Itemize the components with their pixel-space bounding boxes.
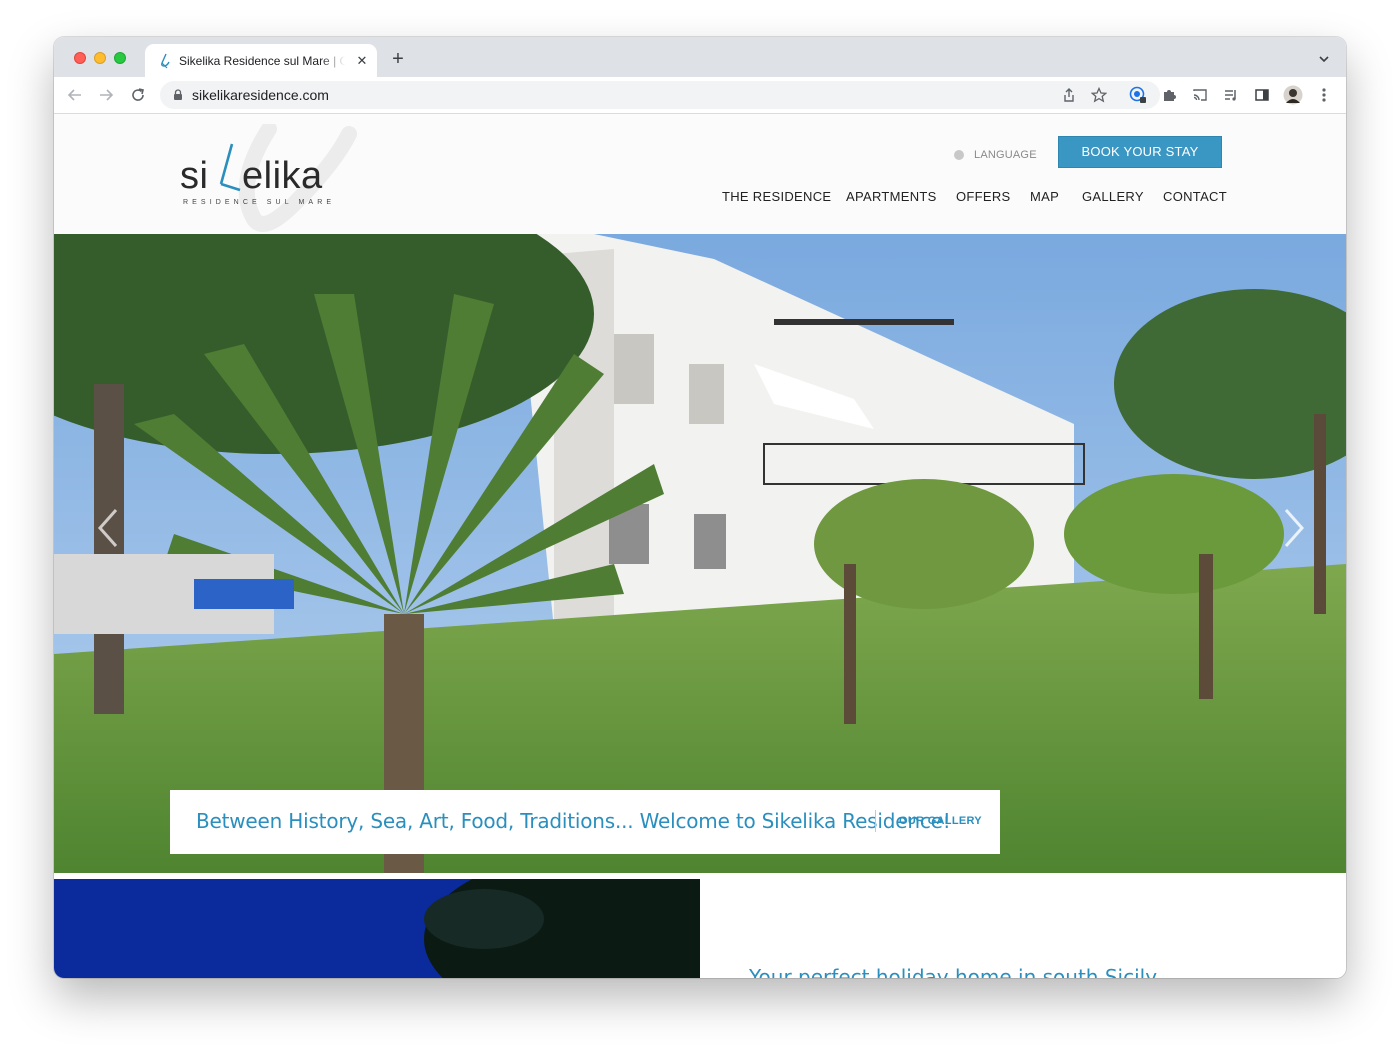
lock-icon [174, 89, 182, 100]
reading-list-icon[interactable] [1221, 85, 1241, 105]
star-icon[interactable] [1089, 85, 1109, 105]
address-bar[interactable]: sikelikaresidence.com [160, 81, 1160, 109]
favicon-icon [161, 53, 170, 69]
section-heading: Your perfect holiday home in south Sicil… [749, 965, 1158, 978]
minimize-window-button[interactable] [94, 52, 106, 64]
back-icon[interactable] [65, 85, 85, 105]
forward-icon[interactable] [96, 85, 116, 105]
language-label: LANGUAGE [974, 149, 1037, 161]
nav-item-the-residence[interactable]: THE RESIDENCE [722, 189, 831, 204]
svg-text:si: si [180, 155, 208, 197]
reload-icon[interactable] [128, 85, 148, 105]
close-tab-icon[interactable]: ✕ [354, 53, 370, 69]
hero-caption-text: Between History, Sea, Art, Food, Traditi… [196, 809, 951, 833]
hero-caption: Between History, Sea, Art, Food, Traditi… [170, 790, 1000, 854]
web-page: si elika RESIDENCE SUL MARE LANGUAGE BOO… [54, 114, 1346, 978]
sidepanel-icon[interactable] [1252, 85, 1272, 105]
browser-toolbar: sikelikaresidence.com [54, 77, 1346, 114]
share-icon[interactable] [1059, 85, 1079, 105]
language-selector[interactable]: LANGUAGE [954, 147, 1037, 163]
nav-item-map[interactable]: MAP [1030, 189, 1059, 204]
nav-item-gallery[interactable]: GALLERY [1082, 189, 1144, 204]
nav-item-apartments[interactable]: APARTMENTS [846, 189, 937, 204]
extension-icon[interactable] [1159, 85, 1179, 105]
caption-divider [875, 810, 876, 832]
new-tab-button[interactable]: + [388, 49, 408, 69]
extension-adblock-icon[interactable] [1128, 85, 1148, 105]
book-your-stay-button[interactable]: BOOK YOUR STAY [1058, 136, 1222, 168]
kebab-menu-icon[interactable] [1314, 85, 1334, 105]
site-header: si elika RESIDENCE SUL MARE LANGUAGE BOO… [54, 114, 1346, 234]
maximize-window-button[interactable] [114, 52, 126, 64]
logo-mark: si elika RESIDENCE SUL MARE [180, 121, 357, 232]
hero-slider: Between History, Sea, Art, Food, Traditi… [54, 234, 1346, 873]
our-gallery-link[interactable]: OUR GALLERY [899, 815, 982, 827]
svg-text:elika: elika [242, 155, 323, 197]
browser-tab[interactable]: Sikelika Residence sul Mare | C ✕ [145, 44, 377, 77]
globe-icon [954, 150, 964, 160]
browser-window: Sikelika Residence sul Mare | C ✕ + sike… [54, 37, 1346, 978]
cast-icon[interactable] [1190, 85, 1210, 105]
hero-image [54, 234, 1346, 873]
night-photo [54, 879, 700, 978]
chevron-left-icon[interactable] [94, 506, 124, 550]
url-text: sikelikaresidence.com [192, 87, 329, 103]
svg-text:RESIDENCE SUL MARE: RESIDENCE SUL MARE [183, 199, 335, 206]
chevron-right-icon[interactable] [1278, 506, 1308, 550]
nav-item-contact[interactable]: CONTACT [1163, 189, 1227, 204]
nav-item-offers[interactable]: OFFERS [956, 189, 1011, 204]
site-logo[interactable]: si elika RESIDENCE SUL MARE [174, 121, 384, 234]
profile-avatar[interactable] [1283, 85, 1303, 105]
tab-strip: Sikelika Residence sul Mare | C ✕ + [54, 37, 1346, 77]
close-window-button[interactable] [74, 52, 86, 64]
tab-search-icon[interactable] [1316, 51, 1332, 67]
tab-title: Sikelika Residence sul Mare | C [179, 54, 345, 68]
